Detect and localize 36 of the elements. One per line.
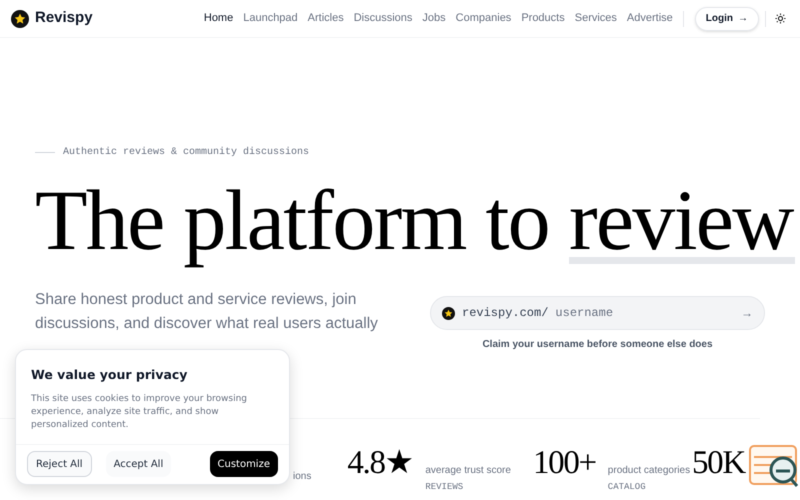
hero-title: The platform to	[35, 172, 549, 268]
cookie-title: We value your privacy	[31, 366, 188, 384]
hero-description: Share honest product and service reviews, join discussions, and discover what real users actually	[35, 290, 379, 334]
stat-label: ions	[293, 471, 312, 482]
cookie-button[interactable]: Reject All	[27, 451, 92, 478]
document-search-icon[interactable]	[749, 445, 799, 489]
brand-name: Revispy	[35, 8, 93, 28]
sun-icon[interactable]	[775, 13, 786, 24]
nav-link[interactable]: Companies	[456, 10, 512, 27]
nav-link[interactable]: Articles	[308, 10, 344, 27]
cookie-button[interactable]: Customize	[210, 451, 278, 478]
login-button[interactable]: Login →	[694, 6, 759, 30]
star-icon	[442, 306, 455, 320]
star-logo-icon	[11, 10, 29, 28]
username-field[interactable]: revispy.com/ username →	[430, 296, 765, 330]
stat-label: average trust score	[425, 464, 511, 478]
stat-label: product categories	[608, 464, 690, 478]
stat-value: 4.8★	[347, 446, 414, 480]
arrow-icon[interactable]: →	[741, 304, 753, 322]
claim-caption: Claim your username before someone else does	[482, 338, 713, 352]
stat-tag: REVIEWS	[425, 481, 511, 494]
nav-link[interactable]: Products	[521, 10, 565, 27]
stat-value: 50K	[692, 445, 745, 481]
hero-title-highlight: review	[568, 172, 793, 268]
nav-link[interactable]: Discussions	[354, 10, 412, 27]
cookie-button[interactable]: Accept All	[106, 451, 172, 478]
stat-value: 100+	[532, 446, 596, 480]
nav-link[interactable]: Advertise	[626, 10, 673, 27]
nav-link[interactable]: Services	[574, 10, 617, 27]
nav-link[interactable]: Jobs	[422, 10, 446, 27]
stat-tag: CATALOG	[608, 481, 690, 494]
nav-link[interactable]: Launchpad	[243, 10, 298, 27]
url-prefix: revispy.com/	[462, 305, 548, 322]
cookie-text: This site uses cookies to improve your browsing experience, analyze site traffic, and show personalized content.	[31, 392, 248, 432]
nav-link[interactable]: Home	[204, 10, 234, 27]
tagline: Authentic reviews & community discussions	[63, 146, 310, 160]
